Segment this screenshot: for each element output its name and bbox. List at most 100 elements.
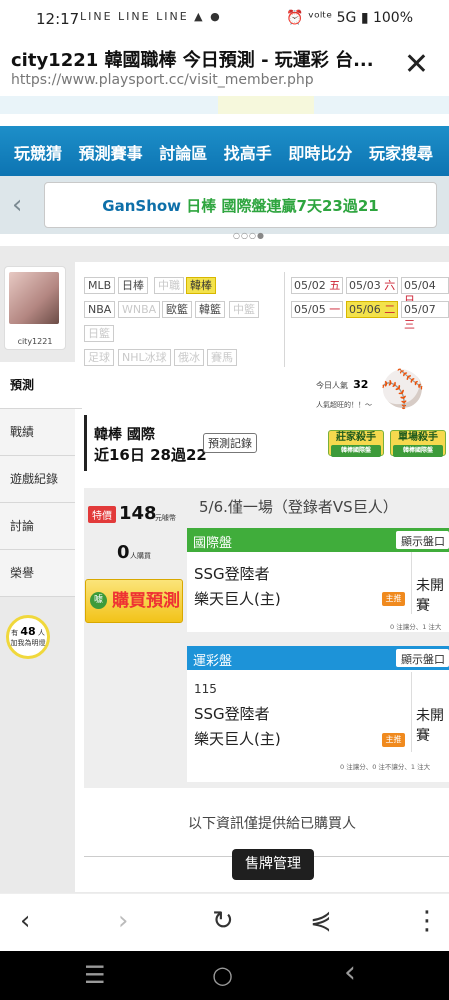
top-strip bbox=[0, 96, 449, 114]
badge-sub: 韓棒國際盤 bbox=[331, 445, 381, 457]
tag-bleague[interactable]: 日籃 bbox=[84, 325, 114, 342]
badge-single-killer: 單場殺手 韓棒國際盤 bbox=[390, 430, 446, 457]
tag-nhl[interactable]: NHL冰球 bbox=[118, 349, 171, 366]
nav-item-player-search[interactable]: 玩家搜尋 bbox=[369, 144, 433, 163]
tag-wnba[interactable]: WNBA bbox=[118, 301, 161, 318]
bulb-icon[interactable]: 有 48 人 加我為明燈 bbox=[6, 615, 50, 659]
chevron-left-icon[interactable]: ‹ bbox=[12, 190, 22, 220]
top-strip-highlight bbox=[218, 96, 314, 114]
date-0507[interactable]: 05/07 三 bbox=[401, 301, 449, 331]
nav-item-forum[interactable]: 討論區 bbox=[159, 144, 207, 163]
sidebar-item-record[interactable]: 戰績 bbox=[0, 409, 75, 456]
tag-soccer[interactable]: 足球 bbox=[84, 349, 114, 366]
ticker-dots: ○○○● bbox=[233, 231, 265, 240]
market-intl-title: 國際盤 bbox=[193, 536, 233, 551]
main-nav: 玩競猜 預測賽事 討論區 找高手 即時比分 玩家搜尋 數 bbox=[0, 126, 449, 176]
market-intl-header: 國際盤 顯示盤口 bbox=[187, 528, 449, 552]
page-url[interactable]: https://www.playsport.cc/visit_member.ph… bbox=[11, 72, 314, 88]
team-home: 樂天巨人(主) bbox=[194, 590, 281, 608]
bulb-unit: 人 bbox=[37, 629, 45, 637]
tag-nba[interactable]: NBA bbox=[84, 301, 116, 318]
date-label: 05/04 bbox=[404, 279, 436, 292]
date-0505[interactable]: 05/05 一 bbox=[291, 301, 344, 318]
sidebar-item-discuss[interactable]: 討論 bbox=[0, 503, 75, 550]
weekday-label: 二 bbox=[384, 303, 396, 316]
divider bbox=[411, 672, 412, 752]
back-nav-icon[interactable]: ‹ bbox=[344, 955, 356, 990]
date-0502[interactable]: 05/02 五 bbox=[291, 277, 344, 294]
info-text: 以下資訊僅提供給已購買人 bbox=[188, 816, 356, 832]
sidebar-item-game-log[interactable]: 遊戲紀錄 bbox=[0, 456, 75, 503]
badge-sub: 韓棒國際盤 bbox=[393, 445, 443, 457]
browser-toolbar: ‹ › ↻ ⋞ ⋮ bbox=[0, 893, 449, 951]
market-lottery-title: 運彩盤 bbox=[193, 654, 233, 669]
weekday-label: 三 bbox=[404, 318, 415, 331]
notification-icons: LINE LINE LINE ▲ ● bbox=[80, 10, 222, 23]
main-pick-badge: 主推 bbox=[382, 592, 405, 606]
record-league: 韓棒 國際 bbox=[94, 427, 155, 443]
game-code: 115 bbox=[194, 682, 217, 696]
nav-items: 玩競猜 預測賽事 討論區 找高手 即時比分 玩家搜尋 數 bbox=[14, 140, 449, 164]
tag-horse[interactable]: 賽馬 bbox=[207, 349, 237, 366]
price-unit: 元噱幣 bbox=[155, 514, 176, 522]
ticker-banner[interactable]: GanShow 日棒 國際盤連贏7天23過21 bbox=[44, 182, 437, 228]
sidebar-item-predict[interactable]: 預測 bbox=[0, 362, 82, 409]
ticker-source: GanShow bbox=[102, 197, 182, 215]
weekday-label: 五 bbox=[329, 279, 341, 292]
badge-banker-killer: 莊家殺手 韓棒國際盤 bbox=[328, 430, 384, 457]
sell-management-button[interactable]: 售牌管理 bbox=[232, 849, 314, 880]
recents-icon[interactable]: ☰ bbox=[84, 961, 106, 989]
badge-title: 莊家殺手 bbox=[336, 432, 376, 443]
team-home: 樂天巨人(主) bbox=[194, 730, 281, 748]
avatar[interactable] bbox=[9, 272, 59, 324]
record-button[interactable]: 預測記錄 bbox=[203, 433, 257, 453]
status-time: 12:17 bbox=[36, 10, 80, 28]
popularity-value: 32 bbox=[353, 378, 369, 391]
forward-icon[interactable]: › bbox=[118, 906, 128, 936]
bet-note: 0 注讓分、1 注大 bbox=[390, 623, 442, 631]
decoration-icon: ⚾ bbox=[380, 369, 425, 410]
divider bbox=[284, 272, 285, 367]
ticker-text: 日棒 國際盤連贏7天23過21 bbox=[186, 197, 379, 215]
page-title: city1221 韓國職棒 今日預測 - 玩運彩 台... bbox=[11, 50, 374, 71]
tag-npb[interactable]: 日棒 bbox=[118, 277, 148, 294]
tag-kbo[interactable]: 韓棒 bbox=[186, 277, 216, 294]
tag-euroleague[interactable]: 歐籃 bbox=[162, 301, 192, 318]
game-status: 未開賽 bbox=[416, 578, 444, 614]
bulb-text: 加我為明燈 bbox=[10, 639, 46, 647]
tag-mlb[interactable]: MLB bbox=[84, 277, 116, 294]
date-label: 05/05 bbox=[294, 303, 326, 316]
date-0503[interactable]: 05/03 六 bbox=[346, 277, 399, 294]
system-navbar: ☰ ○ ‹ bbox=[0, 951, 449, 1000]
tag-cpbl[interactable]: 中職 bbox=[154, 277, 184, 294]
game-status: 未開賽 bbox=[416, 708, 444, 744]
tag-kbl[interactable]: 韓籃 bbox=[195, 301, 225, 318]
nav-item-experts[interactable]: 找高手 bbox=[224, 144, 272, 163]
bet-note: 0 注讓分、0 注不讓分、1 注大 bbox=[340, 763, 431, 771]
close-icon[interactable]: ✕ bbox=[404, 50, 429, 80]
reload-icon[interactable]: ↻ bbox=[212, 906, 234, 936]
browser-header: city1221 韓國職棒 今日預測 - 玩運彩 台... https://ww… bbox=[0, 38, 449, 96]
weekday-label: 一 bbox=[329, 303, 341, 316]
nav-item-play[interactable]: 玩競猜 bbox=[14, 144, 62, 163]
nav-item-predict[interactable]: 預測賽事 bbox=[79, 144, 143, 163]
show-odds-button[interactable]: 顯示盤口 bbox=[396, 649, 449, 667]
menu-icon[interactable]: ⋮ bbox=[414, 906, 440, 936]
share-icon[interactable]: ⋞ bbox=[310, 906, 332, 936]
date-0504[interactable]: 05/04 日 bbox=[401, 277, 449, 307]
nav-item-livescore[interactable]: 即時比分 bbox=[288, 144, 352, 163]
badge-title: 單場殺手 bbox=[398, 432, 438, 443]
sidebar-item-honor[interactable]: 榮譽 bbox=[0, 550, 75, 597]
tag-khl[interactable]: 俄冰 bbox=[174, 349, 204, 366]
back-icon[interactable]: ‹ bbox=[20, 906, 30, 936]
team-away: SSG登陸者 bbox=[194, 705, 270, 723]
status-bar: 12:17 LINE LINE LINE ▲ ● ⏰ ᵛᵒˡᵗᵉ 5G ▮ 10… bbox=[0, 0, 449, 38]
home-icon[interactable]: ○ bbox=[212, 961, 233, 989]
date-label: 05/07 bbox=[404, 303, 436, 316]
date-0506[interactable]: 05/06 二 bbox=[346, 301, 399, 318]
team-away: SSG登陸者 bbox=[194, 565, 270, 583]
bulb-count: 48 bbox=[20, 625, 36, 638]
buyers-count: 0 bbox=[117, 542, 130, 563]
tag-sbl[interactable]: 中籃 bbox=[229, 301, 259, 318]
show-odds-button[interactable]: 顯示盤口 bbox=[396, 531, 449, 549]
